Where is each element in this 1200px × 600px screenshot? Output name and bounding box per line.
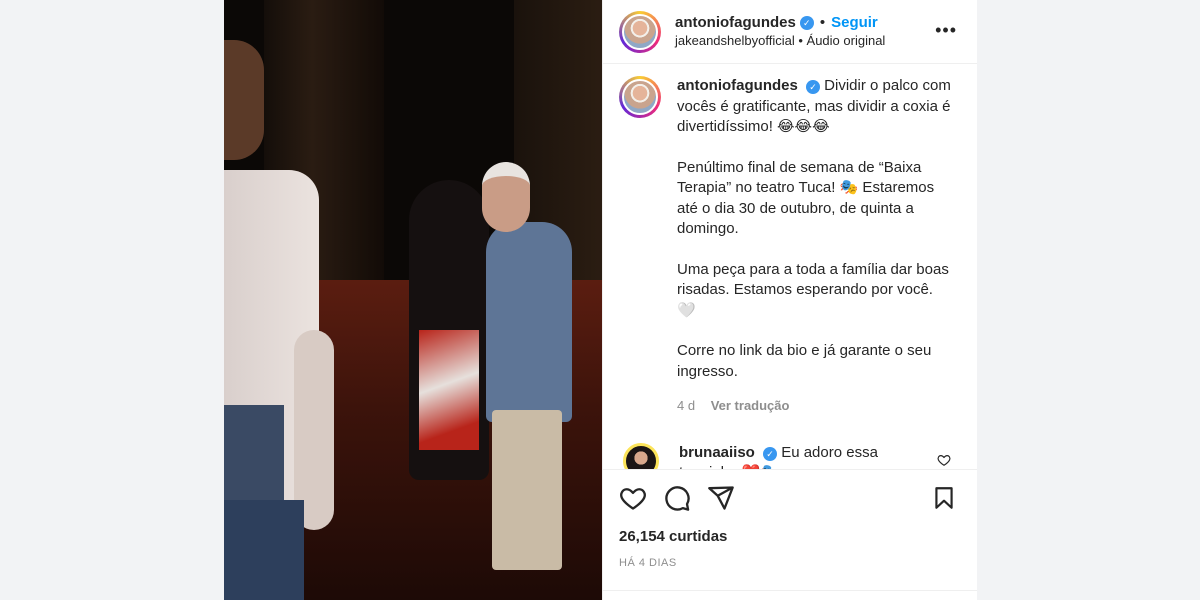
comment-item: brunaaiiso ✓ Eu adoro essa turminha ❤️🎭 [619,442,961,469]
commenter-username[interactable]: brunaaiiso [679,444,755,461]
caption-username[interactable]: antoniofagundes [677,77,798,94]
caption-text: Uma peça para a toda a família dar boas … [677,260,949,319]
likes-count[interactable]: 26,154 curtidas [619,528,961,545]
separator-dot: • [819,13,826,31]
caption-text: Corre no link da bio e já garante o seu … [677,342,932,380]
more-options-icon[interactable]: ••• [935,20,957,41]
caption-text: Penúltimo final de semana de “Baixa Tera… [677,158,935,238]
post-date: HÁ 4 DIAS [619,557,677,569]
comments-section[interactable]: antoniofagundes ✓ Dividir o palco com vo… [603,64,977,469]
instagram-post: antoniofagundes ✓ • Seguir jakeandshelby… [224,0,977,600]
commenter-avatar[interactable] [623,442,659,469]
verified-icon: ✓ [763,446,778,461]
see-translation-link[interactable]: Ver tradução [711,398,790,413]
post-actions: 26,154 curtidas HÁ 4 DIAS [603,469,977,569]
post-video[interactable] [224,0,602,600]
verified-icon: ✓ [806,80,820,94]
verified-icon: ✓ [799,15,814,30]
author-username[interactable]: antoniofagundes [675,14,796,32]
post-sidebar: antoniofagundes ✓ • Seguir jakeandshelby… [602,0,977,600]
video-frame [224,0,602,600]
post-header: antoniofagundes ✓ • Seguir jakeandshelby… [603,0,977,64]
comment-icon[interactable] [663,484,691,512]
like-icon[interactable] [619,484,647,512]
save-bookmark-icon[interactable] [931,484,957,512]
caption-age: 4 d [677,398,696,413]
separator-dot: • [798,32,807,48]
audio-label-link[interactable]: Áudio original [807,33,886,48]
follow-button[interactable]: Seguir [831,14,878,32]
author-avatar[interactable] [619,10,661,53]
audio-source-link[interactable]: jakeandshelbyofficial [675,33,795,48]
caption-avatar[interactable] [619,76,661,118]
divider [603,590,977,591]
like-comment-icon[interactable] [937,453,951,467]
share-icon[interactable] [707,484,735,512]
post-caption: antoniofagundes ✓ Dividir o palco com vo… [619,76,961,417]
